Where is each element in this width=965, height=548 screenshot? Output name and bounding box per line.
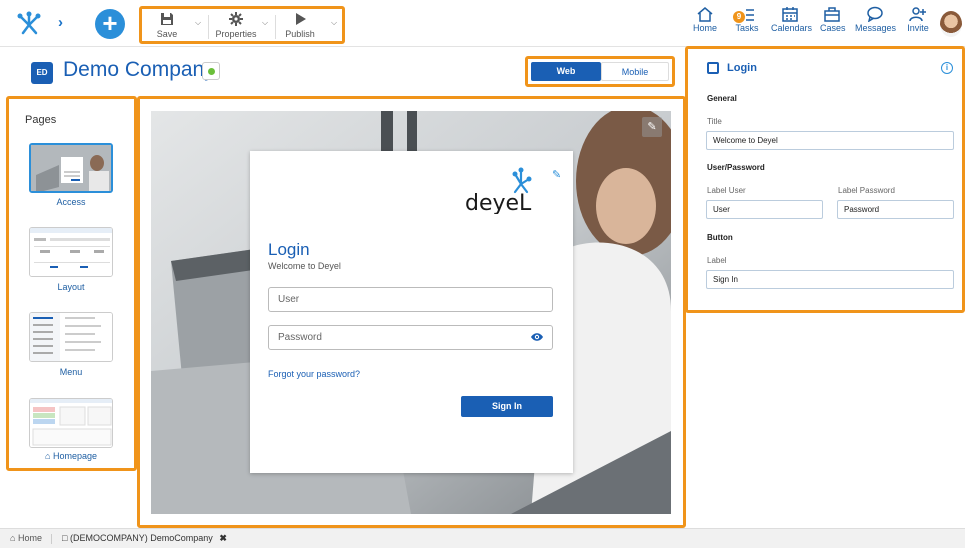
add-button[interactable]: +	[95, 9, 125, 39]
access-thumbnail-image	[31, 145, 111, 191]
status-indicator-icon[interactable]	[202, 62, 220, 80]
tab-democompany[interactable]: □ (DEMOCOMPANY) DemoCompany ✖	[62, 533, 227, 544]
tab-home-label: Home	[17, 533, 42, 543]
properties-button[interactable]: Properties	[212, 11, 260, 39]
view-mode-toggle: Web Mobile	[525, 56, 675, 87]
edit-background-pencil-icon[interactable]: ✎	[642, 117, 662, 137]
login-title: Login	[268, 240, 310, 259]
homepage-thumbnail-image	[30, 399, 112, 447]
page-thumbnail-homepage[interactable]	[29, 398, 113, 448]
chevron-down-icon[interactable]: ⌵	[262, 18, 268, 28]
section-button: Button	[707, 233, 733, 242]
sign-in-button[interactable]: Sign In	[461, 396, 553, 417]
close-tab-icon[interactable]: ✖	[219, 533, 227, 543]
page-label-homepage[interactable]: ⌂ Homepage	[29, 451, 113, 461]
nav-invite-label: Invite	[907, 23, 929, 33]
page-thumbnail-layout[interactable]	[29, 227, 113, 277]
play-icon	[296, 13, 306, 25]
web-view-button[interactable]: Web	[531, 62, 601, 81]
divider	[208, 15, 209, 39]
title-label: Title	[707, 117, 722, 126]
mobile-view-button[interactable]: Mobile	[601, 62, 669, 81]
deyel-logo-text: deyeL	[465, 191, 532, 214]
publish-button[interactable]: Publish	[282, 11, 318, 39]
folder-icon: □	[62, 533, 68, 543]
top-bar: › + Save ⌵ Properties ⌵ Publish ⌵ Home T…	[0, 0, 965, 47]
button-label-label: Label	[707, 256, 727, 265]
label-password-field[interactable]: Password	[837, 200, 954, 219]
page-label-homepage-text: Homepage	[52, 451, 97, 461]
gear-icon	[229, 12, 243, 26]
bottom-tab-bar: ⌂ Home □ (DEMOCOMPANY) DemoCompany ✖	[0, 528, 965, 548]
layout-thumbnail-image	[30, 228, 112, 276]
info-icon[interactable]: i	[941, 62, 953, 74]
pages-title: Pages	[25, 114, 57, 126]
page-thumbnail-menu[interactable]	[29, 312, 113, 362]
password-input[interactable]: Password	[268, 325, 553, 350]
chevron-down-icon[interactable]: ⌵	[195, 18, 201, 28]
title-field[interactable]: Welcome to Deyel	[706, 131, 954, 150]
company-initials-badge: ED	[31, 62, 53, 84]
forgot-password-link[interactable]: Forgot your password?	[268, 369, 360, 379]
section-general: General	[707, 94, 737, 103]
deyel-brand-logo: deyeL	[465, 167, 532, 214]
editor-toolbar: Save ⌵ Properties ⌵ Publish ⌵	[139, 6, 345, 44]
user-avatar[interactable]	[940, 11, 962, 37]
chat-bubble-icon	[867, 6, 883, 22]
save-label: Save	[156, 29, 178, 39]
home-icon	[697, 7, 713, 22]
nav-home[interactable]: Home	[693, 6, 717, 33]
divider	[275, 15, 276, 39]
briefcase-icon	[824, 7, 840, 22]
divider	[51, 534, 52, 544]
chevron-right-icon[interactable]: ›	[58, 14, 63, 31]
page-title: Demo Company	[63, 58, 215, 81]
tab-home[interactable]: ⌂ Home	[10, 533, 42, 543]
tasks-count-badge: 9	[733, 11, 745, 23]
deyel-logo-icon[interactable]	[14, 11, 44, 35]
properties-label: Properties	[215, 29, 257, 39]
nav-calendars-label: Calendars	[771, 23, 813, 33]
page-label-layout[interactable]: Layout	[29, 282, 113, 292]
tab-democompany-label: (DEMOCOMPANY) DemoCompany	[69, 533, 213, 543]
page-label-access[interactable]: Access	[29, 197, 113, 207]
user-input[interactable]: User	[268, 287, 553, 312]
page-label-menu[interactable]: Menu	[29, 367, 113, 377]
section-user-password: User/Password	[707, 163, 765, 172]
label-user-label: Label User	[707, 186, 746, 195]
nav-home-label: Home	[693, 23, 718, 33]
eye-icon[interactable]	[530, 331, 544, 343]
home-icon: ⌂	[45, 451, 51, 461]
panel-title: Login	[727, 62, 757, 74]
chevron-down-icon[interactable]: ⌵	[331, 18, 337, 28]
page-thumbnail-access[interactable]	[29, 143, 113, 193]
nav-invite[interactable]: Invite	[906, 6, 930, 33]
label-password-label: Label Password	[838, 186, 895, 195]
home-icon: ⌂	[10, 533, 16, 543]
nav-messages[interactable]: Messages	[855, 6, 897, 33]
label-user-field[interactable]: User	[706, 200, 823, 219]
menu-thumbnail-image	[30, 313, 112, 361]
save-button[interactable]: Save	[151, 11, 183, 39]
button-label-field[interactable]: Sign In	[706, 270, 954, 289]
login-checkbox-icon[interactable]	[707, 62, 719, 74]
save-icon	[161, 13, 173, 25]
calendar-icon	[782, 7, 798, 22]
nav-tasks-label: Tasks	[735, 23, 759, 33]
edit-logo-pencil-icon[interactable]: ✎	[552, 168, 561, 181]
nav-messages-label: Messages	[855, 23, 897, 33]
publish-label: Publish	[285, 29, 315, 39]
nav-calendars[interactable]: Calendars	[771, 6, 813, 33]
nav-cases-label: Cases	[820, 23, 846, 33]
nav-cases[interactable]: Cases	[820, 6, 846, 33]
login-subtitle: Welcome to Deyel	[268, 261, 341, 271]
add-user-icon	[909, 7, 926, 22]
